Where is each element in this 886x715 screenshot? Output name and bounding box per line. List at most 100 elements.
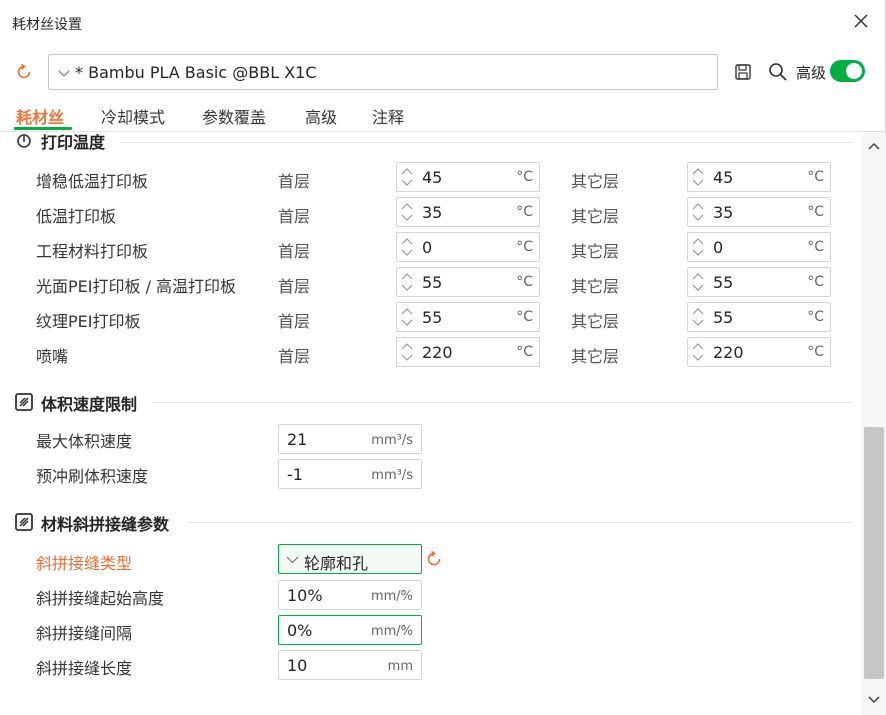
spin-arrows-icon[interactable] bbox=[691, 341, 705, 363]
scroll-down-icon[interactable] bbox=[868, 693, 880, 705]
value: 10 bbox=[287, 656, 308, 675]
value: 21 bbox=[287, 430, 308, 449]
scarf-length-input[interactable]: 10 mm bbox=[278, 650, 422, 680]
unit: °C bbox=[516, 169, 533, 185]
preset-dropdown[interactable]: * Bambu PLA Basic @BBL X1C bbox=[48, 54, 718, 90]
preset-row: * Bambu PLA Basic @BBL X1C 高级 bbox=[0, 52, 886, 92]
temp-first-layer-input[interactable]: 45 °C bbox=[396, 162, 540, 192]
tab-bar: 耗材丝 冷却模式 参数覆盖 高级 注释 bbox=[0, 96, 886, 132]
unit: °C bbox=[516, 309, 533, 325]
tab-overrides[interactable]: 参数覆盖 bbox=[202, 104, 266, 128]
unit: °C bbox=[516, 344, 533, 360]
scarf-gap-input[interactable]: 0% mm/% bbox=[278, 615, 422, 645]
value: 220 bbox=[422, 343, 453, 362]
row-label: 低温打印板 bbox=[36, 207, 117, 226]
settings-panel: 打印温度 增稳低温打印板 首层 45 °C 其它层 45 °C 低温打印板 首层… bbox=[0, 133, 862, 715]
unit: °C bbox=[807, 169, 824, 185]
value: 55 bbox=[713, 308, 734, 327]
search-icon[interactable] bbox=[767, 61, 789, 83]
temp-other-layers-input[interactable]: 220 °C bbox=[687, 337, 831, 367]
section-square-icon bbox=[15, 393, 33, 411]
chevron-down-icon bbox=[58, 70, 70, 77]
tab-advanced[interactable]: 高级 bbox=[305, 104, 337, 128]
section-square-icon bbox=[15, 513, 33, 531]
value: 55 bbox=[422, 308, 443, 327]
filament-settings-dialog: 耗材丝设置 * Bambu PLA Basic @BBL X1C 高级 耗材丝 … bbox=[0, 0, 886, 715]
advanced-toggle[interactable] bbox=[830, 60, 865, 82]
other-layers-label: 其它层 bbox=[571, 347, 620, 366]
unit: °C bbox=[807, 274, 824, 290]
spin-arrows-icon[interactable] bbox=[691, 236, 705, 258]
chevron-down-icon bbox=[286, 556, 299, 564]
save-icon[interactable] bbox=[734, 63, 752, 81]
unit: mm bbox=[387, 659, 413, 674]
spin-arrows-icon[interactable] bbox=[400, 271, 414, 293]
first-layer-label: 首层 bbox=[278, 242, 311, 261]
spin-arrows-icon[interactable] bbox=[400, 201, 414, 223]
value: 55 bbox=[422, 273, 443, 292]
section-title: 打印温度 bbox=[41, 133, 106, 152]
spin-arrows-icon[interactable] bbox=[691, 271, 705, 293]
other-layers-label: 其它层 bbox=[571, 242, 620, 261]
first-layer-label: 首层 bbox=[278, 172, 311, 191]
row-label: 斜拼接缝长度 bbox=[36, 659, 133, 678]
scarf-start-height-input[interactable]: 10% mm/% bbox=[278, 580, 422, 610]
row-label: 工程材料打印板 bbox=[36, 242, 149, 261]
spin-arrows-icon[interactable] bbox=[400, 236, 414, 258]
spin-arrows-icon[interactable] bbox=[691, 201, 705, 223]
temp-first-layer-input[interactable]: 220 °C bbox=[396, 337, 540, 367]
spin-arrows-icon[interactable] bbox=[400, 306, 414, 328]
tab-filament[interactable]: 耗材丝 bbox=[16, 104, 64, 128]
row-label: 纹理PEI打印板 bbox=[36, 312, 141, 331]
max-volumetric-speed-input[interactable]: 21 mm³/s bbox=[278, 424, 422, 454]
temp-first-layer-input[interactable]: 0 °C bbox=[396, 232, 540, 262]
first-layer-label: 首层 bbox=[278, 277, 311, 296]
value: 35 bbox=[422, 203, 443, 222]
value: 10% bbox=[287, 586, 323, 605]
spin-arrows-icon[interactable] bbox=[691, 166, 705, 188]
window-title: 耗材丝设置 bbox=[12, 17, 82, 33]
vertical-scrollbar[interactable] bbox=[862, 133, 886, 715]
spin-arrows-icon[interactable] bbox=[400, 341, 414, 363]
scrollbar-thumb[interactable] bbox=[864, 427, 884, 679]
temp-other-layers-input[interactable]: 45 °C bbox=[687, 162, 831, 192]
unit: °C bbox=[807, 239, 824, 255]
active-tab-indicator bbox=[14, 127, 72, 130]
temp-other-layers-input[interactable]: 35 °C bbox=[687, 197, 831, 227]
first-layer-label: 首层 bbox=[278, 207, 311, 226]
tab-cooling[interactable]: 冷却模式 bbox=[101, 104, 165, 128]
reset-value-icon[interactable] bbox=[425, 550, 443, 568]
value: 45 bbox=[422, 168, 443, 187]
preset-name: * Bambu PLA Basic @BBL X1C bbox=[75, 63, 317, 82]
scarf-type-select[interactable]: 轮廓和孔 bbox=[278, 544, 422, 574]
tab-notes[interactable]: 注释 bbox=[372, 104, 404, 128]
row-label: 喷嘴 bbox=[36, 347, 69, 366]
unit: °C bbox=[807, 344, 824, 360]
value: 55 bbox=[713, 273, 734, 292]
unit: °C bbox=[807, 204, 824, 220]
row-label: 斜拼接缝起始高度 bbox=[36, 589, 165, 608]
row-label: 最大体积速度 bbox=[36, 432, 133, 451]
value: 0 bbox=[422, 238, 433, 257]
first-layer-label: 首层 bbox=[278, 347, 311, 366]
temp-other-layers-input[interactable]: 55 °C bbox=[687, 302, 831, 332]
section-divider bbox=[120, 142, 853, 143]
temp-other-layers-input[interactable]: 0 °C bbox=[687, 232, 831, 262]
value: 45 bbox=[713, 168, 734, 187]
scroll-up-icon[interactable] bbox=[868, 141, 880, 153]
spin-arrows-icon[interactable] bbox=[691, 306, 705, 328]
scarf-type-label: 斜拼接缝类型 bbox=[36, 554, 133, 573]
temp-first-layer-input[interactable]: 55 °C bbox=[396, 267, 540, 297]
close-icon[interactable] bbox=[852, 12, 870, 30]
value: 0 bbox=[713, 238, 724, 257]
row-label: 斜拼接缝间隔 bbox=[36, 624, 133, 643]
section-divider bbox=[188, 522, 853, 523]
prime-volumetric-speed-input[interactable]: -1 mm³/s bbox=[278, 459, 422, 489]
spin-arrows-icon[interactable] bbox=[400, 166, 414, 188]
other-layers-label: 其它层 bbox=[571, 312, 620, 331]
temp-first-layer-input[interactable]: 55 °C bbox=[396, 302, 540, 332]
value: 220 bbox=[713, 343, 744, 362]
reset-preset-icon[interactable] bbox=[15, 63, 33, 81]
temp-first-layer-input[interactable]: 35 °C bbox=[396, 197, 540, 227]
temp-other-layers-input[interactable]: 55 °C bbox=[687, 267, 831, 297]
